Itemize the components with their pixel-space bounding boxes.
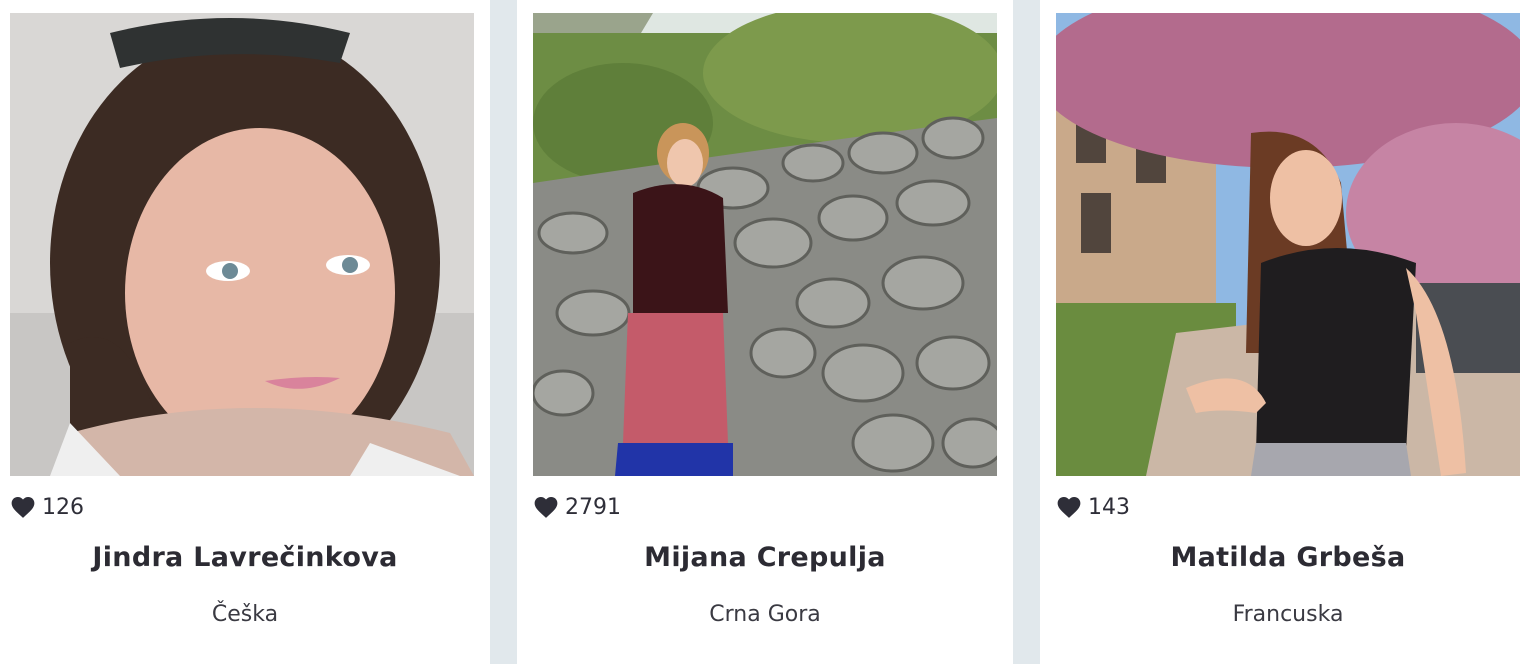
profile-country: Češka (211, 602, 279, 627)
likes-counter[interactable]: 126 (10, 492, 84, 522)
profile-name[interactable]: Matilda Grbeša (1040, 542, 1536, 573)
likes-count: 2791 (565, 494, 621, 520)
profile-card[interactable]: 143 Matilda Grbeša Francuska (1040, 0, 1536, 664)
heart-icon[interactable] (1056, 495, 1082, 519)
profile-name[interactable]: Mijana Crepulja (517, 542, 1013, 573)
profile-photo[interactable] (10, 13, 474, 476)
likes-count: 126 (42, 494, 84, 520)
profile-card[interactable]: 126 Jindra Lavrečinkova Češka (0, 0, 490, 664)
likes-counter[interactable]: 2791 (533, 492, 621, 522)
profile-photo[interactable] (1056, 13, 1520, 476)
heart-icon[interactable] (10, 495, 36, 519)
profile-photo[interactable] (533, 13, 997, 476)
likes-count: 143 (1088, 494, 1130, 520)
profile-country: Francuska (1232, 602, 1344, 627)
heart-icon[interactable] (533, 495, 559, 519)
likes-counter[interactable]: 143 (1056, 492, 1130, 522)
profile-country: Crna Gora (709, 602, 821, 627)
profile-name[interactable]: Jindra Lavrečinkova (0, 542, 490, 573)
profile-card[interactable]: 2791 Mijana Crepulja Crna Gora (517, 0, 1013, 664)
